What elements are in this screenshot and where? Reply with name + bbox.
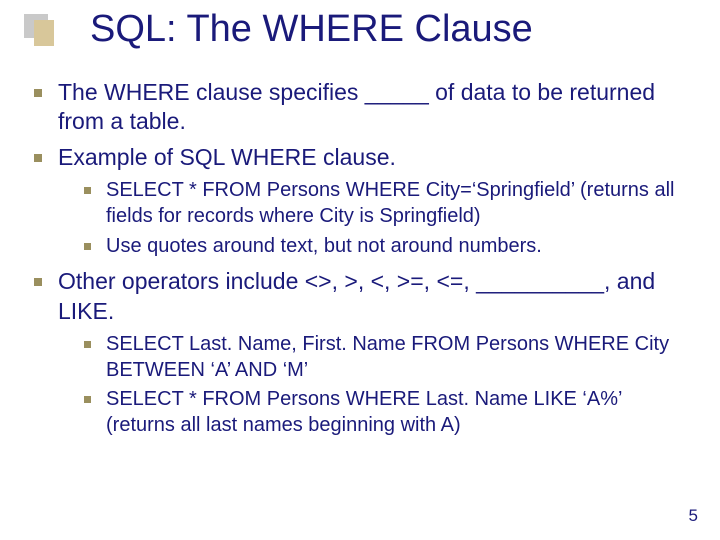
bullet-text: The WHERE clause specifies _____ of data… — [58, 78, 694, 137]
bullet-level1: Other operators include <>, >, <, >=, <=… — [34, 267, 694, 326]
bullet-icon — [84, 187, 91, 194]
sub-bullets: SELECT Last. Name, First. Name FROM Pers… — [34, 332, 694, 438]
bullet-level2: SELECT * FROM Persons WHERE Last. Name L… — [84, 387, 694, 438]
slide: SQL: The WHERE Clause The WHERE clause s… — [0, 0, 720, 540]
bullet-text: SELECT * FROM Persons WHERE Last. Name L… — [106, 387, 694, 438]
sub-bullets: SELECT * FROM Persons WHERE City=‘Spring… — [34, 178, 694, 259]
bullet-text: Example of SQL WHERE clause. — [58, 143, 694, 172]
bullet-icon — [34, 154, 42, 162]
bullet-icon — [84, 243, 91, 250]
bullet-text: SELECT Last. Name, First. Name FROM Pers… — [106, 332, 694, 383]
slide-body: The WHERE clause specifies _____ of data… — [34, 78, 694, 446]
slide-title: SQL: The WHERE Clause — [90, 8, 533, 51]
page-number: 5 — [689, 506, 698, 526]
bullet-icon — [34, 89, 42, 97]
bullet-level1: Example of SQL WHERE clause. — [34, 143, 694, 172]
bullet-level2: SELECT * FROM Persons WHERE City=‘Spring… — [84, 178, 694, 229]
bullet-text: Use quotes around text, but not around n… — [106, 234, 694, 260]
corner-decoration — [24, 14, 54, 44]
bullet-icon — [84, 341, 91, 348]
bullet-level2: Use quotes around text, but not around n… — [84, 234, 694, 260]
bullet-text: Other operators include <>, >, <, >=, <=… — [58, 267, 694, 326]
bullet-level2: SELECT Last. Name, First. Name FROM Pers… — [84, 332, 694, 383]
bullet-icon — [34, 278, 42, 286]
square-icon — [34, 20, 54, 46]
bullet-level1: The WHERE clause specifies _____ of data… — [34, 78, 694, 137]
bullet-text: SELECT * FROM Persons WHERE City=‘Spring… — [106, 178, 694, 229]
bullet-icon — [84, 396, 91, 403]
